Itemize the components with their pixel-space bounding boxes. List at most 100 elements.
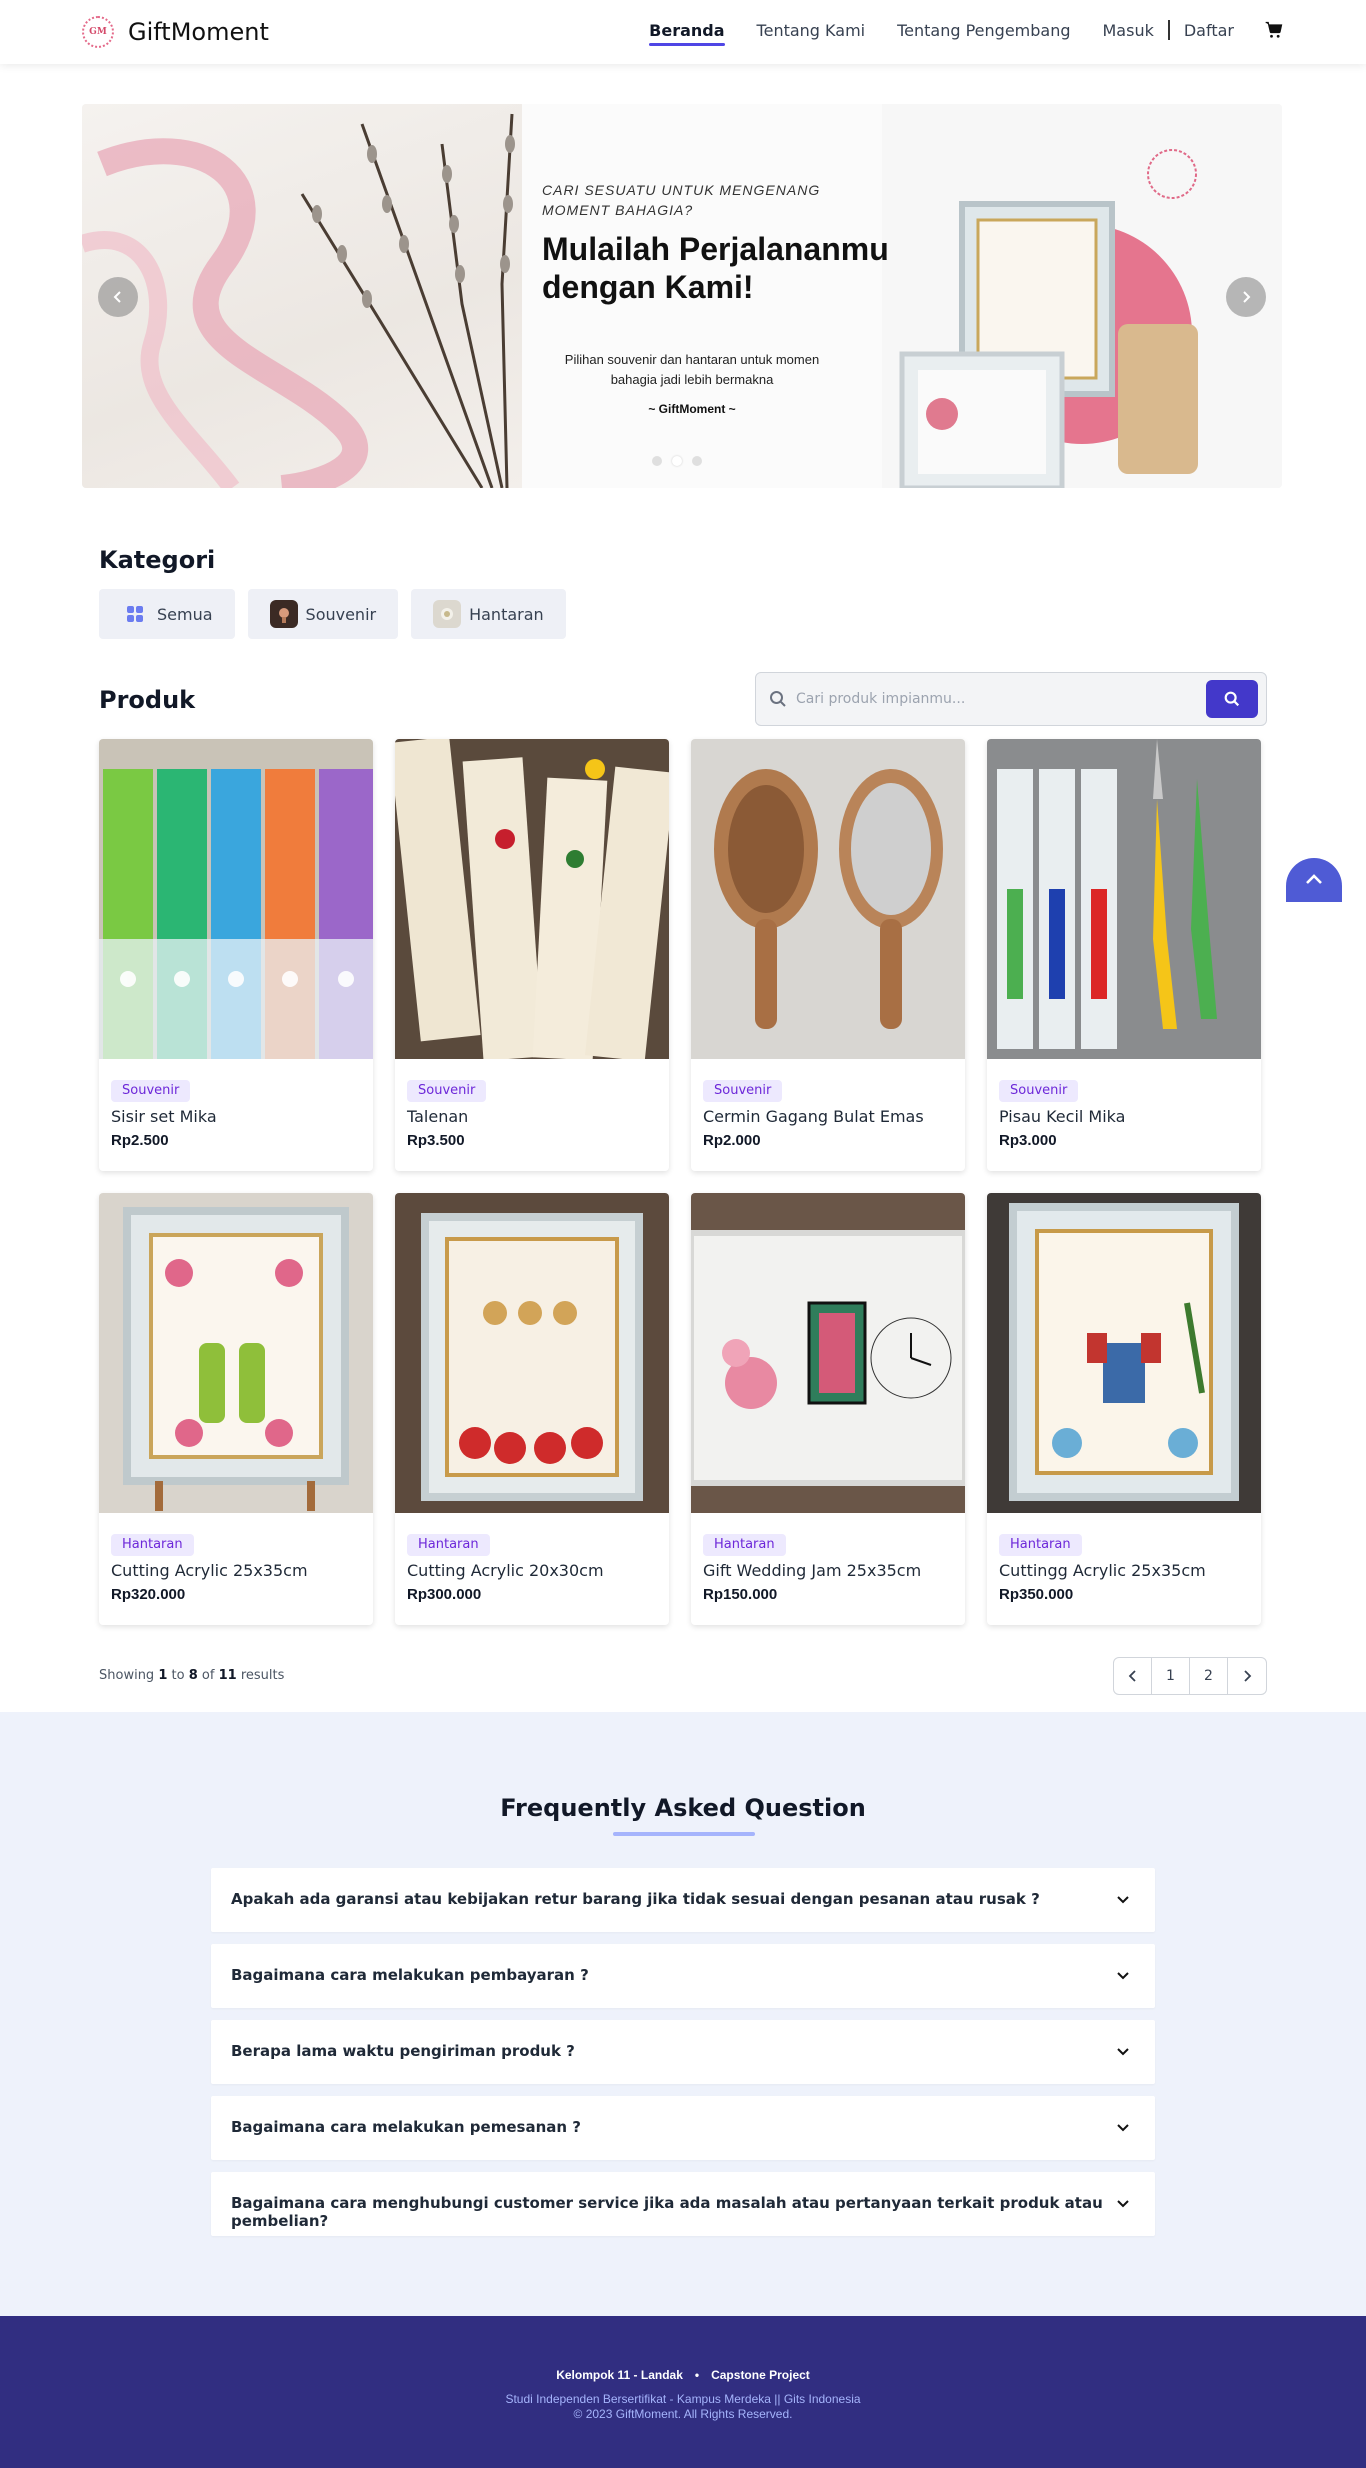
carousel-dot-active[interactable] <box>672 456 682 466</box>
brand[interactable]: GM GiftMoment <box>82 16 269 48</box>
search-button[interactable] <box>1206 680 1258 718</box>
hero-image-flowers <box>82 104 522 488</box>
results-word: results <box>240 1668 285 1683</box>
footer-dot-separator: • <box>694 2368 700 2382</box>
faq-title-underline <box>613 1832 755 1836</box>
faq-title: Frequently Asked Question <box>500 1794 866 1822</box>
product-image <box>395 739 669 1059</box>
faq-question: Apakah ada garansi atau kebijakan retur … <box>231 1890 1040 1908</box>
chevron-down-icon <box>1117 2124 1129 2132</box>
souvenir-thumbnail <box>269 600 298 628</box>
faq-item[interactable]: Bagaimana cara melakukan pembayaran ? <box>211 1944 1155 2008</box>
product-price: Rp2.500 <box>111 1132 169 1149</box>
hantaran-thumbnail <box>433 600 462 628</box>
carousel-next-button[interactable] <box>1226 277 1266 317</box>
faq-item[interactable]: Bagaimana cara menghubungi customer serv… <box>211 2172 1155 2236</box>
category-badge: Souvenir <box>111 1080 191 1102</box>
hero-subtitle: Pilihan souvenir dan hantaran untuk mome… <box>564 352 820 387</box>
category-filter: Semua Souvenir Hantaran <box>99 589 579 639</box>
pagination: 1 2 <box>1113 1657 1267 1695</box>
categories-title: Kategori <box>99 546 216 574</box>
category-label: Semua <box>157 604 213 624</box>
carousel-prev-button[interactable] <box>98 277 138 317</box>
prev-page-button[interactable] <box>1114 1658 1152 1694</box>
hero-title: Mulailah Perjalananmu dengan Kami! <box>542 231 889 305</box>
chevron-down-icon <box>1117 1896 1129 1904</box>
faq-item[interactable]: Bagaimana cara melakukan pemesanan ? <box>211 2096 1155 2160</box>
footer-project: Capstone Project <box>711 2368 810 2382</box>
product-name: Cutting Acrylic 25x35cm <box>111 1561 308 1580</box>
product-image <box>987 739 1261 1059</box>
login-link[interactable]: Masuk <box>1103 21 1154 40</box>
product-price: Rp150.000 <box>703 1586 778 1603</box>
auth-divider <box>1167 20 1170 40</box>
nav-link-tentang-pengembang[interactable]: Tentang Pengembang <box>897 21 1070 40</box>
product-card[interactable]: Hantaran Gift Wedding Jam 25x35cm Rp150.… <box>691 1193 965 1625</box>
faq-question: Berapa lama waktu pengiriman produk ? <box>231 2042 575 2060</box>
faq-question: Bagaimana cara menghubungi customer serv… <box>231 2194 1103 2230</box>
chevron-right-icon <box>1243 291 1251 303</box>
chevron-down-icon <box>1117 1972 1129 1980</box>
category-label: Hantaran <box>469 604 544 624</box>
carousel-indicators <box>652 456 712 466</box>
product-price: Rp350.000 <box>999 1586 1074 1603</box>
product-card[interactable]: Hantaran Cutting Acrylic 25x35cm Rp320.0… <box>99 1193 373 1625</box>
brand-logo: GM <box>82 16 114 48</box>
brand-name: GiftMoment <box>128 18 269 46</box>
product-name: Pisau Kecil Mika <box>999 1107 1126 1126</box>
product-image <box>99 739 373 1059</box>
product-card[interactable]: Souvenir Cermin Gagang Bulat Emas Rp2.00… <box>691 739 965 1171</box>
faq-item[interactable]: Berapa lama waktu pengiriman produk ? <box>211 2020 1155 2084</box>
nav-link-beranda[interactable]: Beranda <box>649 21 725 46</box>
chevron-left-icon <box>1128 1670 1136 1682</box>
hero-kicker: CARI SESUATU UNTUK MENGENANG MOMENT BAHA… <box>542 182 821 218</box>
product-search <box>755 672 1267 726</box>
category-badge: Souvenir <box>999 1080 1079 1102</box>
carousel-dot[interactable] <box>652 456 662 466</box>
faq-item[interactable]: Apakah ada garansi atau kebijakan retur … <box>211 1868 1155 1932</box>
footer-copyright: © 2023 GiftMoment. All Rights Reserved. <box>573 2407 793 2421</box>
cart-icon[interactable] <box>1264 20 1284 40</box>
product-image <box>395 1193 669 1513</box>
product-price: Rp300.000 <box>407 1586 482 1603</box>
product-image <box>691 1193 965 1513</box>
product-card[interactable]: Hantaran Cutting Acrylic 20x30cm Rp300.0… <box>395 1193 669 1625</box>
nav-link-tentang-kami[interactable]: Tentang Kami <box>757 21 866 40</box>
product-card[interactable]: Souvenir Pisau Kecil Mika Rp3.000 <box>987 739 1261 1171</box>
product-card[interactable]: Hantaran Cuttingg Acrylic 25x35cm Rp350.… <box>987 1193 1261 1625</box>
results-prefix: Showing <box>99 1668 155 1683</box>
nav-links: Beranda Tentang Kami Tentang Pengembang … <box>617 20 1284 46</box>
auth-links: Masuk Daftar <box>1103 20 1234 40</box>
product-price: Rp3.500 <box>407 1132 465 1149</box>
category-badge: Hantaran <box>703 1534 786 1556</box>
category-badge: Hantaran <box>999 1534 1082 1556</box>
product-name: Sisir set Mika <box>111 1107 217 1126</box>
product-price: Rp3.000 <box>999 1132 1057 1149</box>
grid-icon <box>121 600 149 628</box>
results-of-word: of <box>201 1668 215 1683</box>
chevron-up-icon <box>1306 874 1322 884</box>
faq-section: Frequently Asked Question Apakah ada gar… <box>0 1712 1366 2316</box>
search-icon <box>768 689 788 709</box>
page-1-button[interactable]: 1 <box>1152 1658 1190 1694</box>
product-card[interactable]: Souvenir Talenan Rp3.500 <box>395 739 669 1171</box>
register-link[interactable]: Daftar <box>1184 21 1234 40</box>
results-to: 8 <box>188 1668 198 1683</box>
category-badge: Hantaran <box>111 1534 194 1556</box>
carousel-dot[interactable] <box>692 456 702 466</box>
category-all-button[interactable]: Semua <box>99 589 235 639</box>
category-souvenir-button[interactable]: Souvenir <box>247 589 399 639</box>
product-image <box>691 739 965 1059</box>
chevron-down-icon <box>1117 2200 1129 2208</box>
search-input[interactable] <box>796 683 1186 715</box>
faq-question: Bagaimana cara melakukan pemesanan ? <box>231 2118 581 2136</box>
footer-group: Kelompok 11 - Landak <box>556 2368 683 2382</box>
page-2-button[interactable]: 2 <box>1190 1658 1228 1694</box>
scroll-top-button[interactable] <box>1286 858 1342 902</box>
product-name: Cermin Gagang Bulat Emas <box>703 1107 924 1126</box>
product-name: Gift Wedding Jam 25x35cm <box>703 1561 922 1580</box>
product-card[interactable]: Souvenir Sisir set Mika Rp2.500 <box>99 739 373 1171</box>
category-hantaran-button[interactable]: Hantaran <box>411 589 566 639</box>
product-name: Cuttingg Acrylic 25x35cm <box>999 1561 1206 1580</box>
next-page-button[interactable] <box>1228 1658 1266 1694</box>
